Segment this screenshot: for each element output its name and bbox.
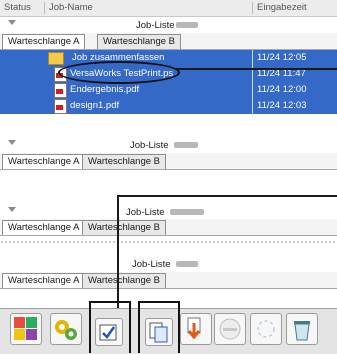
tab-queue-a[interactable]: Warteschlange A: [2, 273, 86, 288]
job-list-empty-area[interactable]: [0, 246, 337, 250]
callout-box: [89, 301, 131, 353]
settings-button[interactable]: [50, 313, 82, 345]
tab-queue-a[interactable]: Warteschlange A: [2, 220, 86, 235]
printer-name-redacted: [170, 209, 204, 215]
job-list-title: Job-Liste: [130, 140, 169, 151]
job-list-title-row[interactable]: Job-Liste: [0, 17, 337, 33]
callout-line: [118, 195, 337, 197]
column-job-name[interactable]: Job-Name: [49, 2, 93, 13]
cancel-icon: [219, 318, 241, 340]
preview-button[interactable]: [250, 313, 282, 345]
printer-name-redacted: [174, 142, 198, 148]
collapse-arrow-icon[interactable]: [8, 140, 16, 145]
trash-button[interactable]: [286, 313, 318, 345]
job-row[interactable]: Endergebnis.pdf 11/24 12:00: [0, 82, 337, 98]
job-name: Endergebnis.pdf: [70, 84, 140, 95]
printer-palette-button[interactable]: [10, 313, 42, 345]
job-date: 11/24 12:00: [257, 84, 307, 95]
job-list-title: Job-Liste: [132, 259, 171, 270]
job-list-title-row[interactable]: Job-Liste: [0, 256, 337, 272]
column-divider: [252, 50, 253, 66]
tab-queue-b[interactable]: Warteschlange B: [82, 273, 166, 288]
tab-queue-b[interactable]: Warteschlange B: [82, 154, 166, 169]
column-status[interactable]: Status: [4, 2, 31, 13]
pdf-icon: [54, 99, 67, 114]
cancel-button[interactable]: [214, 313, 246, 345]
column-received-time[interactable]: Eingabezeit: [257, 2, 307, 13]
column-divider: [252, 82, 253, 98]
column-divider: [252, 98, 253, 114]
trash-icon: [294, 321, 310, 341]
column-divider[interactable]: [252, 2, 253, 14]
job-row[interactable]: design1.pdf 11/24 12:03: [0, 98, 337, 114]
callout-box: [138, 301, 180, 353]
job-list-title: Job-Liste: [126, 207, 165, 218]
pdf-icon: [54, 83, 67, 98]
import-job-icon: [187, 317, 201, 340]
folder-icon: [48, 52, 64, 65]
sparkle-icon: [257, 320, 275, 338]
printer-name-redacted: [176, 261, 198, 267]
job-list-empty-area[interactable]: [0, 170, 337, 202]
tab-queue-b[interactable]: Warteschlange B: [82, 220, 166, 235]
tab-queue-b[interactable]: Warteschlange B: [97, 34, 181, 49]
job-row[interactable]: Job zusammenfassen 11/24 12:05: [0, 50, 337, 66]
job-list-title-row[interactable]: Job-Liste: [0, 137, 337, 153]
job-name: design1.pdf: [70, 100, 120, 111]
tab-queue-a[interactable]: Warteschlange A: [2, 34, 86, 49]
queue-tabs: Warteschlange A Warteschlange B: [0, 219, 337, 236]
splitter-handle[interactable]: [0, 240, 337, 244]
tab-queue-a[interactable]: Warteschlange A: [2, 154, 86, 169]
column-divider[interactable]: [44, 2, 45, 14]
import-job-button[interactable]: [180, 313, 212, 345]
job-date: 11/24 12:03: [257, 100, 307, 111]
job-list-title-row[interactable]: Job-Liste: [0, 204, 337, 220]
callout-line: [117, 195, 119, 313]
printer-name-redacted: [176, 22, 198, 28]
job-list-empty-area[interactable]: [0, 114, 337, 136]
job-date: 11/24 12:05: [257, 52, 307, 63]
queue-tabs: Warteschlange A Warteschlange B: [0, 272, 337, 289]
callout-ellipse: [58, 61, 180, 84]
printer-palette-icon: [14, 317, 37, 340]
collapse-arrow-icon[interactable]: [8, 207, 16, 212]
job-list-title: Job-Liste: [136, 20, 175, 31]
queue-tabs: Warteschlange A Warteschlange B: [0, 153, 337, 170]
settings-gears-icon: [55, 320, 77, 340]
callout-line: [175, 68, 337, 70]
collapse-arrow-icon[interactable]: [8, 20, 16, 25]
column-header: Status Job-Name Eingabezeit: [0, 0, 337, 17]
queue-tabs: Warteschlange A Warteschlange B: [0, 33, 337, 50]
